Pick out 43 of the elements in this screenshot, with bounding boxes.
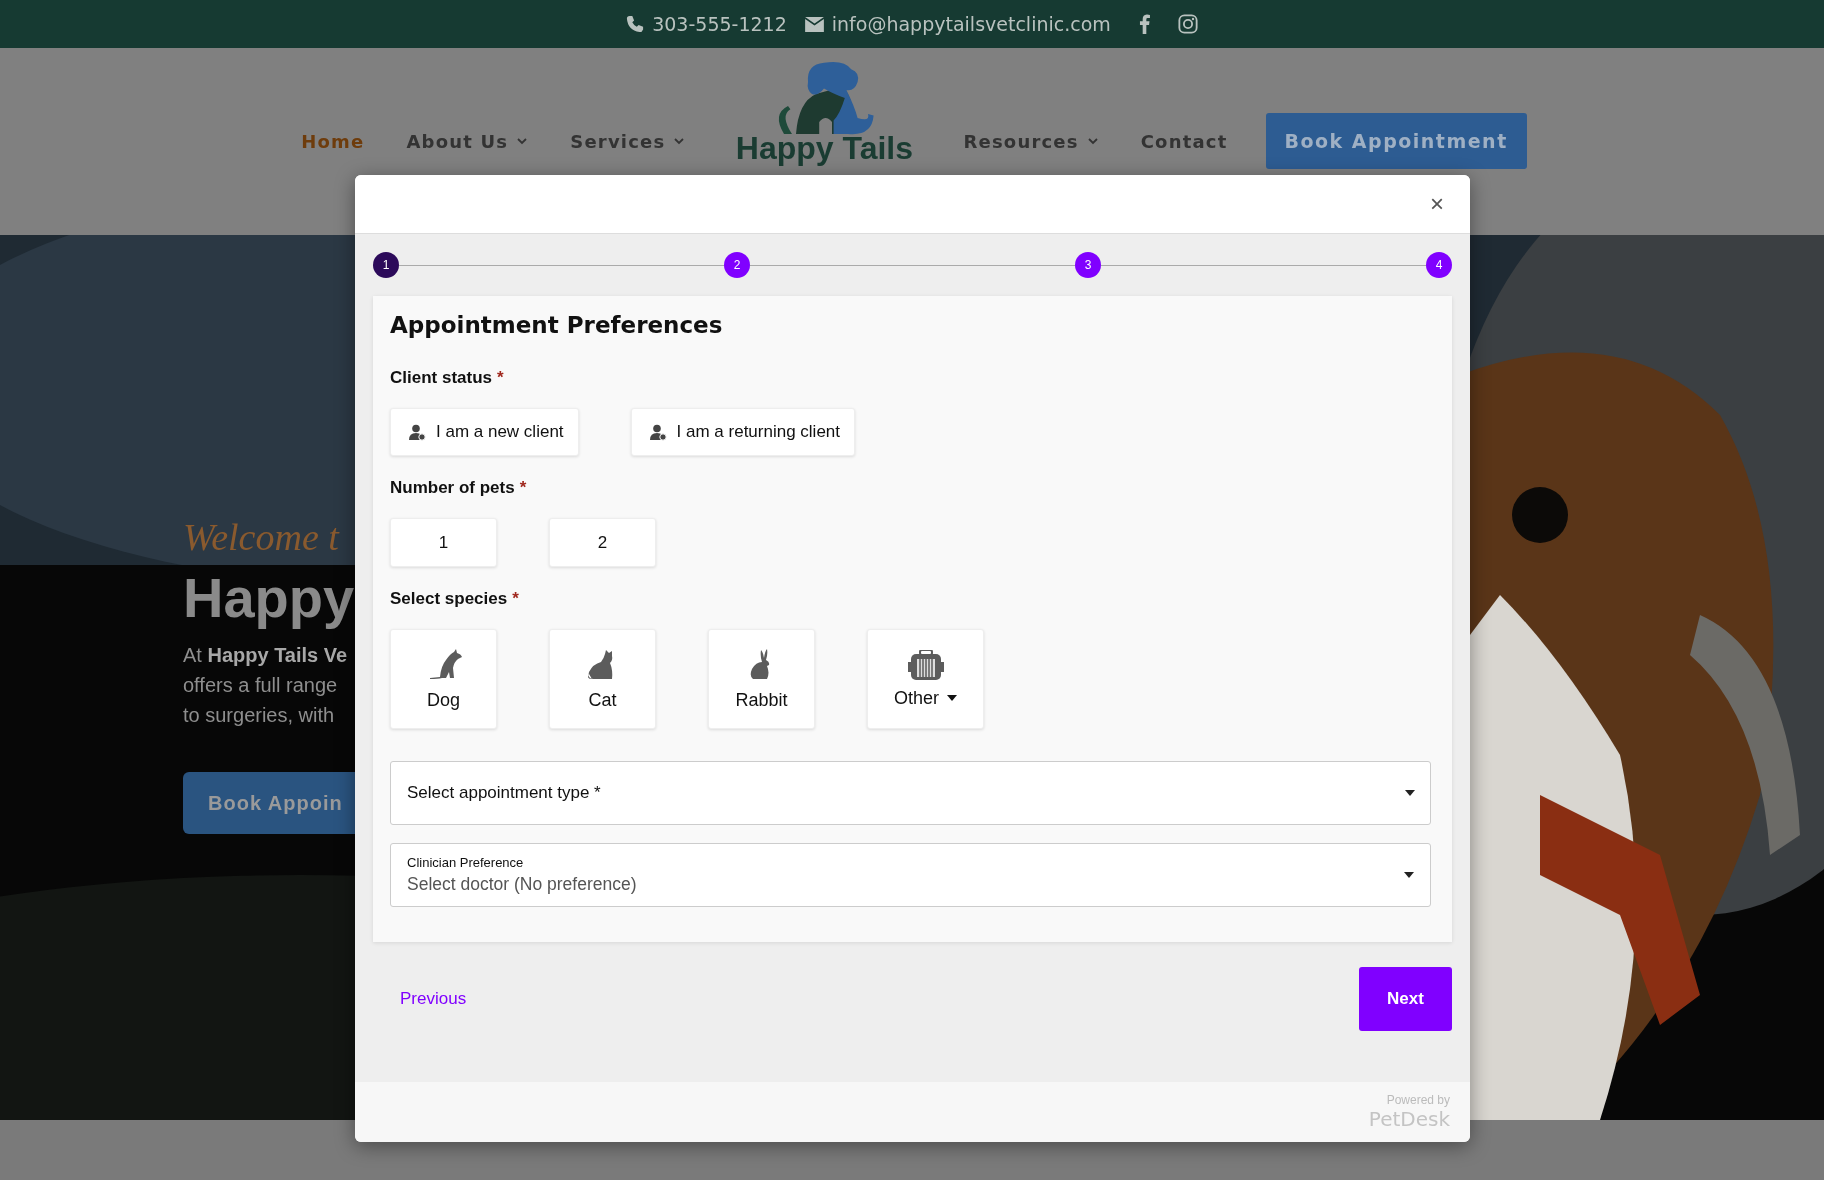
species-button[interactable]: Other (867, 629, 984, 729)
species-button[interactable]: Cat (549, 629, 656, 729)
hero-heading: Happy (183, 565, 355, 630)
clinician-select[interactable]: Clinician Preference Select doctor (No preference) (390, 843, 1431, 907)
pet-count-button[interactable]: 1 (390, 518, 497, 567)
instagram-icon (1177, 14, 1198, 34)
powered-by-text: Powered by (1386, 1093, 1450, 1107)
phone-number[interactable]: 303-555-1212 (652, 13, 787, 35)
pet-carrier-icon (907, 649, 944, 682)
phone-icon (626, 15, 645, 33)
field-label: Clinician Preference (407, 855, 525, 870)
species-button[interactable]: Rabbit (708, 629, 815, 729)
facebook-icon (1138, 14, 1150, 34)
user-icon (409, 423, 426, 441)
required-mark: * (512, 589, 519, 609)
caret-down-icon (947, 695, 957, 701)
field-label: Number of pets (390, 478, 515, 498)
form-title: Appointment Preferences (390, 312, 723, 338)
species-button[interactable]: Dog (390, 629, 497, 729)
next-button[interactable]: Next (1359, 967, 1452, 1031)
user-icon (649, 423, 667, 441)
step-indicator[interactable]: 4 (1426, 252, 1452, 278)
select-value: Select doctor (No preference) (407, 874, 638, 895)
step-indicator[interactable]: 2 (724, 252, 750, 278)
step-indicator[interactable]: 3 (1075, 252, 1101, 278)
logo-wordmark: Happy Tails (735, 132, 914, 164)
step-indicator[interactable]: 1 (373, 252, 399, 278)
appointment-type-field[interactable]: Select appointment type * (390, 761, 1431, 825)
required-mark: * (519, 478, 527, 498)
email-address[interactable]: info@happytailsvetclinic.com (831, 13, 1111, 35)
field-label: Select species (390, 589, 508, 609)
client-type-button[interactable]: I am a new client (390, 408, 579, 456)
hero-paragraph: At Happy Tails Ve offers a full range to surgeries, with (183, 643, 348, 728)
envelope-icon (804, 16, 824, 32)
client-type-button[interactable]: I am a returning client (630, 408, 856, 456)
welcome-text: Welcome t (183, 515, 339, 559)
previous-link[interactable]: Previous (400, 989, 467, 1009)
required-mark: * (497, 368, 504, 388)
close-button[interactable]: × (1426, 192, 1448, 216)
field-label: Client status (390, 368, 493, 388)
pet-count-button[interactable]: 2 (549, 518, 656, 567)
caret-down-icon (1405, 790, 1415, 796)
caret-down-icon (1404, 872, 1414, 878)
